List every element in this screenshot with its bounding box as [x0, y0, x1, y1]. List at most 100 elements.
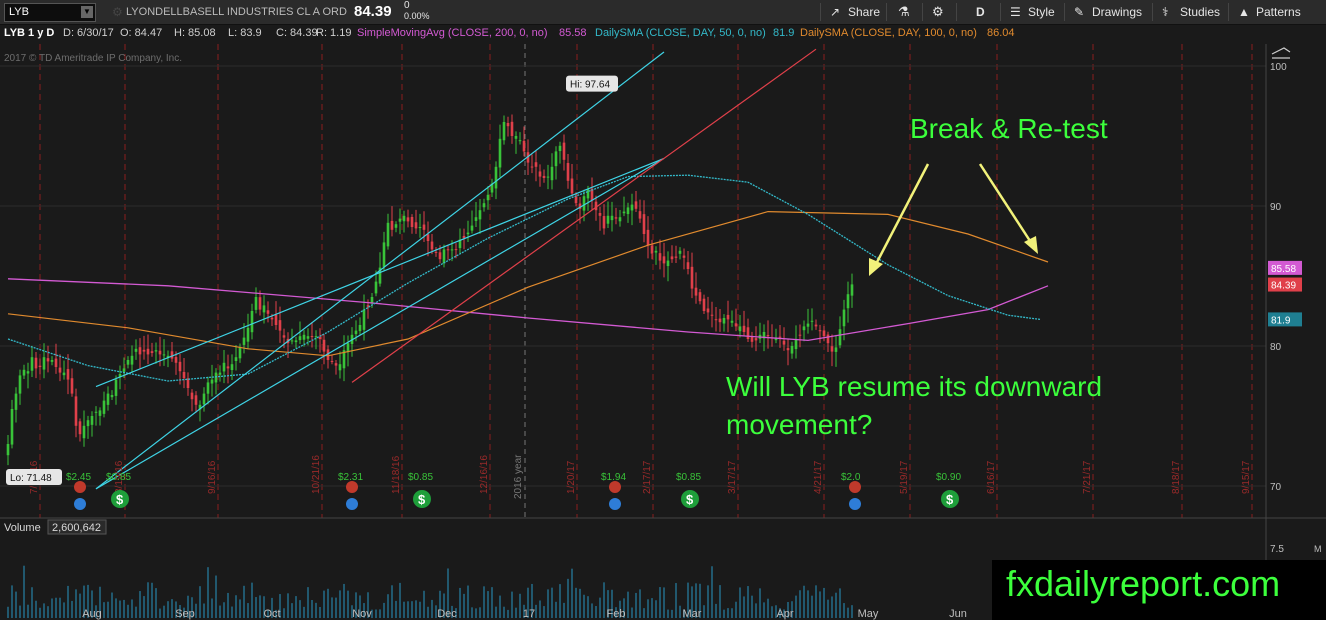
candle-body — [662, 256, 666, 264]
candle-body — [514, 136, 518, 139]
candle-body — [498, 138, 502, 168]
drawings-button[interactable]: Drawings — [1092, 3, 1142, 21]
volume-bar — [819, 591, 821, 618]
volume-bar — [43, 603, 45, 618]
candle-body — [322, 339, 326, 352]
volume-bar — [847, 607, 849, 618]
volume-bar — [103, 602, 105, 618]
sma200-study-label[interactable]: SimpleMovingAvg (CLOSE, 200, 0, no) — [357, 27, 548, 39]
candle-body — [22, 369, 26, 376]
sma50-study-label[interactable]: DailySMA (CLOSE, DAY, 50, 0, no) — [595, 27, 766, 39]
candle-body — [102, 400, 106, 414]
volume-bar — [287, 593, 289, 618]
patterns-button[interactable]: Patterns — [1256, 3, 1301, 21]
candle-body — [282, 335, 286, 338]
volume-bar — [491, 587, 493, 618]
volume-bar — [387, 594, 389, 618]
candle-body — [390, 220, 394, 230]
candle-body — [298, 336, 302, 341]
volume-bar — [235, 595, 237, 618]
expiry-date-label: 6/16/17 — [986, 460, 997, 494]
volume-bar — [51, 598, 53, 618]
volume-bar — [743, 596, 745, 618]
volume-bar — [799, 590, 801, 618]
candle-body — [682, 255, 686, 258]
candle-body — [30, 357, 34, 371]
candle-body — [722, 318, 726, 324]
volume-bar — [219, 605, 221, 618]
candle-body — [90, 416, 94, 425]
volume-bar — [375, 609, 377, 618]
candle-body — [782, 340, 786, 345]
candle-body — [602, 216, 606, 229]
volume-bar — [479, 607, 481, 618]
share-icon[interactable]: ↗ — [830, 3, 840, 21]
volume-bar — [383, 602, 385, 618]
candle-body — [122, 368, 126, 372]
volume-bar — [559, 584, 561, 618]
watermark: 2017 © TD Ameritrade IP Company, Inc. — [4, 53, 182, 64]
aggregation-button[interactable]: D — [976, 3, 985, 21]
expiry-date-label: 11/18/16 — [391, 455, 402, 494]
volume-bar — [467, 585, 469, 618]
candle-body — [450, 249, 454, 251]
candle-body — [650, 245, 654, 254]
gear-small-icon[interactable]: ⚙ — [112, 3, 123, 21]
top-toolbar: LYB ▼ ⚙ LYONDELLBASELL INDUSTRIES CL A O… — [0, 0, 1326, 25]
sma100-study-label[interactable]: DailySMA (CLOSE, DAY, 100, 0, no) — [800, 27, 977, 39]
share-button[interactable]: Share — [848, 3, 880, 21]
expiry-date-label: 2/17/17 — [642, 460, 653, 494]
symbol-input[interactable]: LYB ▼ — [4, 3, 96, 22]
volume-bar — [403, 601, 405, 618]
volume-bar — [411, 601, 413, 618]
candle-body — [842, 309, 846, 327]
candle-body — [566, 163, 570, 181]
month-label: May — [858, 608, 879, 620]
volume-bar — [27, 604, 29, 618]
volume-bar — [335, 597, 337, 618]
flask-icon[interactable]: ⚗ — [898, 3, 910, 21]
volume-bar — [519, 593, 521, 618]
candle-body — [714, 319, 718, 321]
candle-body — [738, 326, 742, 332]
candle-body — [10, 409, 14, 445]
candle-body — [698, 292, 702, 302]
price-chart[interactable]: 70 80 90 100 85.58 84.39 81.9 7.5 M Aug Sep Oct Nov D… — [0, 44, 1326, 620]
patterns-icon[interactable]: ▲ — [1238, 3, 1250, 21]
candle-body — [138, 347, 142, 355]
studies-icon[interactable]: ⚕ — [1162, 3, 1169, 21]
range-label: R: 1.19 — [316, 27, 352, 39]
volume-bar — [495, 606, 497, 618]
candle-body — [742, 325, 746, 332]
period-label: LYB 1 y D — [4, 27, 55, 39]
volume-bar — [503, 606, 505, 618]
candle-body — [170, 351, 174, 359]
month-label: Nov — [352, 608, 372, 620]
volume-bar — [323, 590, 325, 618]
candle-body — [382, 242, 386, 267]
style-button[interactable]: Style — [1028, 3, 1055, 21]
candle-body — [666, 260, 670, 267]
volume-bar — [575, 587, 577, 618]
separator — [1152, 3, 1153, 21]
symbol-dropdown-icon[interactable]: ▼ — [81, 6, 93, 18]
volume-bar — [343, 583, 345, 618]
volume-bar — [307, 587, 309, 618]
volume-bar — [427, 606, 429, 618]
volume-bar — [835, 592, 837, 618]
candle-body — [174, 357, 178, 363]
volume-bar — [647, 599, 649, 618]
candle-body — [106, 393, 110, 405]
candle-body — [838, 329, 842, 346]
studies-button[interactable]: Studies — [1180, 3, 1220, 21]
candle-body — [358, 325, 362, 332]
volume-bar — [119, 600, 121, 618]
expiry-date-label: 1/20/17 — [566, 460, 577, 494]
drawings-icon[interactable]: ✎ — [1074, 3, 1084, 21]
volume-bar — [167, 601, 169, 618]
style-icon[interactable]: ☰ — [1010, 3, 1021, 21]
candle-body — [98, 410, 102, 416]
gear-icon[interactable]: ⚙ — [932, 3, 944, 21]
candle-body — [414, 222, 418, 229]
volume-bar — [115, 598, 117, 618]
